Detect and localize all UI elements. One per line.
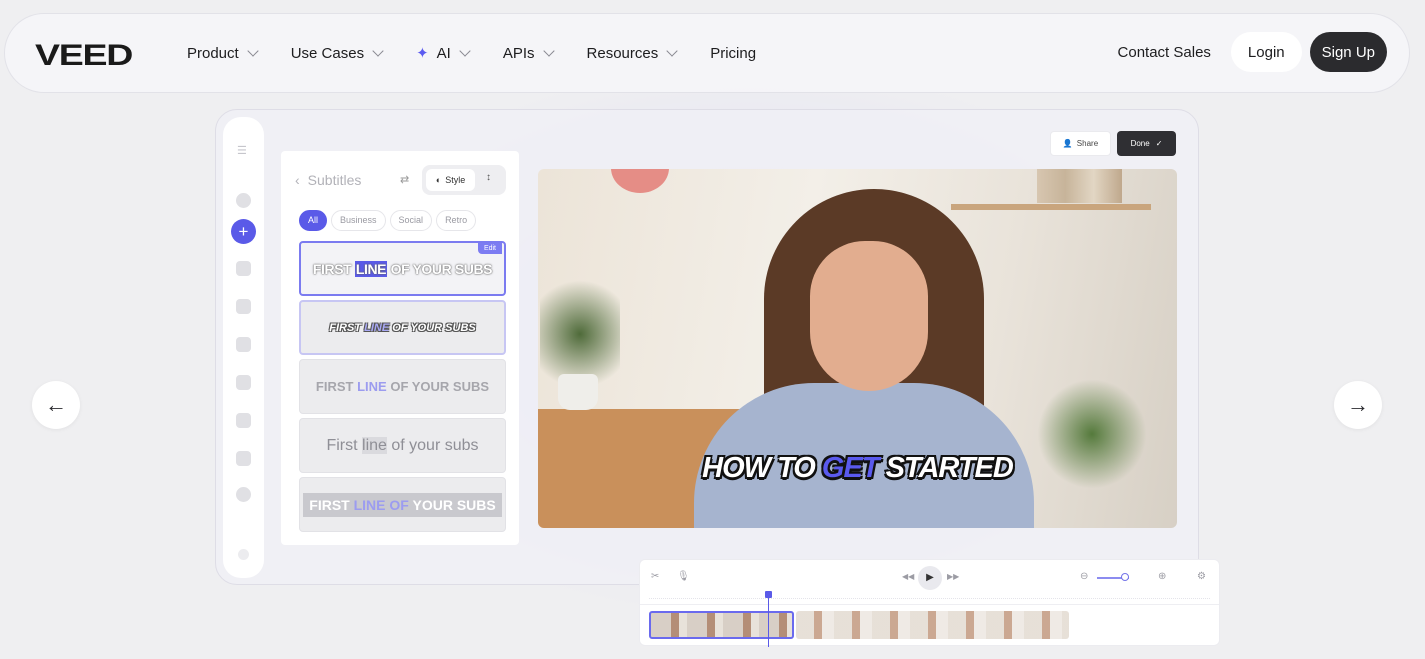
nav-item-label: Pricing — [710, 44, 757, 62]
style-label: Style — [445, 175, 466, 185]
palette-icon: ◐ — [435, 175, 442, 185]
music-icon[interactable] — [236, 261, 251, 276]
nav-item-label: Use Cases — [290, 44, 365, 62]
filter-chip-retro[interactable]: Retro — [436, 210, 477, 231]
nav-item-label: Resources — [586, 44, 659, 62]
nav-item-resources[interactable]: Resources — [586, 44, 678, 62]
subtitles-panel: ‹ Subtitles ⇄ ◐ Style ↕ All Business Soc… — [281, 151, 519, 545]
nav-item-label: AI — [436, 44, 451, 62]
wall-clock — [611, 169, 669, 193]
arrow-right-icon: → — [1347, 392, 1369, 417]
elements-icon[interactable] — [236, 375, 251, 390]
nav-item-pricing[interactable]: Pricing — [710, 45, 756, 62]
playhead-handle[interactable] — [765, 591, 772, 598]
chevron-down-icon — [666, 45, 678, 57]
add-icon[interactable]: + — [231, 219, 256, 244]
books — [1037, 169, 1122, 203]
gear-icon[interactable]: ⚙ — [1197, 571, 1206, 582]
subtitle-preview: FIRST LINE OF YOUR SUBS — [329, 321, 476, 334]
nav-item-ai[interactable]: ✦ AI — [416, 44, 471, 62]
editor-side-rail: ☰ + — [223, 117, 264, 578]
contact-sales-link[interactable]: Contact Sales — [1118, 44, 1211, 61]
playhead[interactable] — [768, 591, 769, 647]
subtitle-style-card[interactable]: First line of your subs — [299, 418, 506, 473]
nav-item-product[interactable]: Product — [187, 44, 259, 62]
help-icon[interactable] — [238, 549, 249, 560]
nav-links: Product Use Cases ✦ AI APIs Resources Pr… — [187, 14, 790, 92]
chevron-down-icon — [459, 45, 471, 57]
filter-chip-business[interactable]: Business — [331, 210, 386, 231]
done-label: Done — [1130, 139, 1150, 148]
video-track[interactable] — [796, 611, 1069, 639]
person-face — [810, 241, 928, 391]
nav-item-label: APIs — [502, 44, 535, 62]
done-button[interactable]: Done ✓ — [1117, 131, 1176, 156]
subtitles-icon[interactable] — [236, 299, 251, 314]
expand-icon[interactable]: ↕ — [486, 172, 491, 183]
subtitle-preview: First line of your subs — [326, 436, 479, 454]
add-user-icon: 👤 — [1062, 139, 1073, 148]
menu-icon[interactable]: ☰ — [237, 144, 247, 157]
style-filters: All Business Social Retro — [299, 210, 477, 231]
panel-header: ‹ Subtitles — [295, 172, 361, 188]
veed-logo[interactable]: VEED — [35, 39, 133, 73]
login-button[interactable]: Login — [1230, 32, 1302, 72]
scissors-icon[interactable]: ✂ — [651, 571, 659, 582]
nav-actions: Contact Sales Login Sign Up — [1118, 32, 1387, 72]
subtitle-style-card[interactable]: FIRST LINE OF YOUR SUBS — [299, 477, 506, 532]
nav-item-use-cases[interactable]: Use Cases — [290, 44, 384, 62]
filters-icon[interactable] — [236, 487, 251, 502]
subtitle-preview: FIRST LINE OF YOUR SUBS — [315, 379, 490, 394]
back-arrow-icon[interactable]: ‹ — [295, 172, 300, 188]
signup-button[interactable]: Sign Up — [1309, 32, 1387, 72]
zoom-slider-handle[interactable] — [1121, 573, 1129, 581]
video-caption: HOW TO GET STARTED — [702, 452, 1014, 484]
subtitle-preview: FIRST LINE OF YOUR SUBS — [312, 260, 493, 277]
timeline: ✂ 🎙 ◀◀ ▶ ▶▶ ⊖ ⊕ ⚙ — [639, 559, 1220, 647]
check-icon: ✓ — [1155, 139, 1163, 148]
nav-item-apis[interactable]: APIs — [502, 44, 555, 62]
style-toggle: ◐ Style ↕ — [422, 165, 506, 195]
selected-clip[interactable] — [649, 611, 794, 639]
plant-pot — [558, 374, 598, 410]
chevron-down-icon — [372, 45, 384, 57]
text-icon[interactable] — [236, 337, 251, 352]
subtitle-style-card[interactable]: Edit FIRST LINE OF YOUR SUBS — [299, 241, 506, 296]
style-button[interactable]: ◐ Style — [426, 169, 475, 191]
swap-icon[interactable]: ⇄ — [400, 173, 409, 186]
arrow-left-icon: ← — [45, 392, 67, 417]
templates-icon[interactable] — [236, 451, 251, 466]
microphone-icon[interactable]: 🎙 — [677, 571, 690, 582]
share-button[interactable]: 👤 Share — [1050, 131, 1111, 156]
subtitle-style-card[interactable]: FIRST LINE OF YOUR SUBS — [299, 359, 506, 414]
rewind-icon[interactable]: ◀◀ — [902, 572, 914, 581]
zoom-out-icon[interactable]: ⊖ — [1080, 571, 1088, 582]
shelf — [951, 204, 1151, 210]
filter-chip-all[interactable]: All — [299, 210, 328, 231]
panel-title: Subtitles — [307, 172, 362, 188]
media-icon[interactable] — [236, 193, 251, 208]
video-preview[interactable]: HOW TO GET STARTED — [538, 169, 1177, 528]
nav-item-label: Product — [187, 44, 239, 62]
timeline-divider — [640, 604, 1219, 605]
previous-slide-button[interactable]: ← — [32, 381, 80, 429]
filter-chip-social[interactable]: Social — [389, 210, 433, 231]
chevron-down-icon — [247, 45, 259, 57]
next-slide-button[interactable]: → — [1334, 381, 1382, 429]
fast-forward-icon[interactable]: ▶▶ — [947, 572, 959, 581]
record-icon[interactable] — [236, 413, 251, 428]
subtitle-preview: FIRST LINE OF YOUR SUBS — [303, 492, 502, 517]
play-icon[interactable]: ▶ — [918, 566, 942, 590]
top-navbar: VEED Product Use Cases ✦ AI APIs Resourc… — [4, 13, 1410, 93]
share-label: Share — [1076, 139, 1099, 148]
sparkle-icon: ✦ — [416, 45, 429, 62]
chevron-down-icon — [542, 45, 555, 57]
timeline-ruler — [649, 598, 1210, 602]
edit-tag[interactable]: Edit — [477, 243, 502, 254]
subtitle-style-card[interactable]: FIRST LINE OF YOUR SUBS — [299, 300, 506, 355]
zoom-in-icon[interactable]: ⊕ — [1158, 571, 1166, 582]
